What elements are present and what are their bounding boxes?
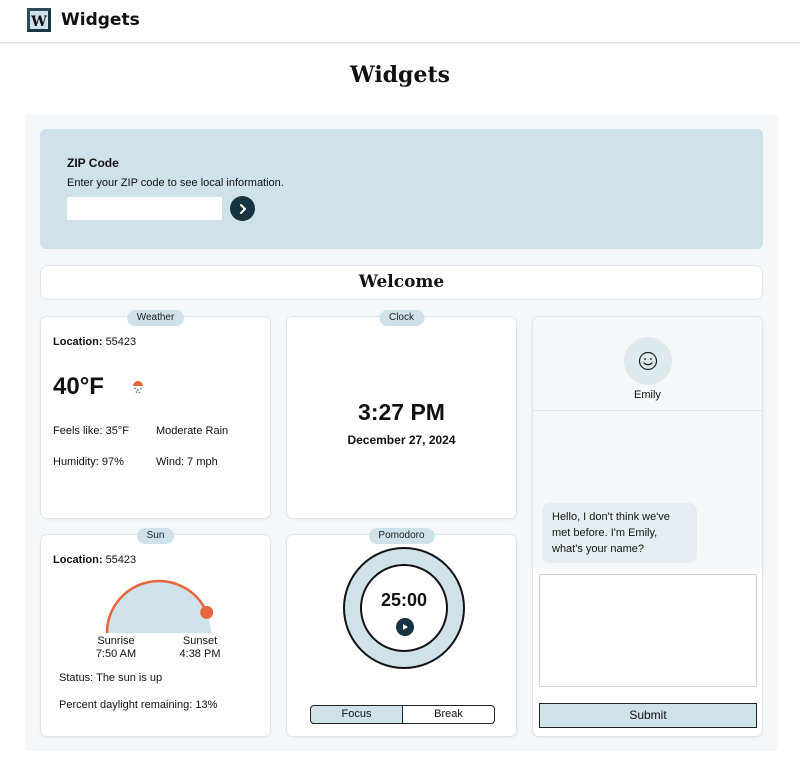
zip-title: ZIP Code xyxy=(67,156,119,170)
welcome-header: Welcome xyxy=(40,265,763,300)
chat-input[interactable] xyxy=(539,574,757,687)
sun-arc-chart xyxy=(105,579,214,634)
sunrise-label: Sunrise xyxy=(97,635,135,647)
chat-messages: Hello, I don't think we've met before. I… xyxy=(533,411,762,569)
chat-partner-name: Emily xyxy=(634,389,661,401)
pomodoro-timer-ring: 25:00 xyxy=(343,547,465,669)
weather-location: Location: 55423 xyxy=(53,336,136,348)
temperature: 40°F xyxy=(53,373,104,400)
weather-widget: Weather Location: 55423 40°F Feels like:… xyxy=(40,310,271,519)
clock-tag: Clock xyxy=(378,310,425,326)
sun-location: Location: 55423 xyxy=(53,554,136,566)
pomodoro-tag: Pomodoro xyxy=(368,528,435,544)
zip-code-input[interactable] xyxy=(67,197,222,220)
play-icon xyxy=(403,624,408,630)
focus-mode-tab[interactable]: Focus xyxy=(310,705,403,724)
clock-date: December 27, 2024 xyxy=(347,433,456,447)
widgets-logo-icon[interactable]: W xyxy=(27,8,51,32)
page-title: Widgets xyxy=(350,62,450,88)
chat-header: Emily xyxy=(533,317,762,411)
zip-description: Enter your ZIP code to see local informa… xyxy=(67,177,284,189)
svg-text:W: W xyxy=(30,14,47,30)
top-navbar: W Widgets xyxy=(0,0,800,43)
play-button[interactable] xyxy=(396,618,414,636)
chat-message-bubble: Hello, I don't think we've met before. I… xyxy=(542,503,697,563)
location-value: 55423 xyxy=(105,336,137,348)
sun-position-icon xyxy=(200,605,214,619)
zip-submit-button[interactable] xyxy=(230,196,255,221)
clock-time: 3:27 PM xyxy=(358,399,445,425)
weather-condition: Moderate Rain xyxy=(156,425,229,437)
brand-name[interactable]: Widgets xyxy=(61,10,140,30)
location-value: 55423 xyxy=(105,554,137,566)
sun-widget: Sun Location: 55423 Sunrise 7:50 AM Suns… xyxy=(40,528,271,737)
daylight-remaining: Percent daylight remaining: 13% xyxy=(59,699,218,711)
wind: Wind: 7 mph xyxy=(156,456,218,468)
weather-tag: Weather xyxy=(126,310,185,326)
pomodoro-timer-face: 25:00 xyxy=(360,564,448,652)
zip-code-section: ZIP Code Enter your ZIP code to see loca… xyxy=(40,129,763,249)
sunset-time: 4:38 PM xyxy=(179,648,221,660)
sun-tag: Sun xyxy=(136,528,175,544)
chevron-right-icon xyxy=(239,203,246,214)
daylight-area xyxy=(107,581,211,633)
sun-status: Status: The sun is up xyxy=(59,672,163,684)
pomodoro-widget: Pomodoro 25:00 Focus Break xyxy=(286,528,517,737)
humidity: Humidity: 97% xyxy=(53,456,124,468)
rain-cloud-icon xyxy=(133,381,143,394)
feels-like: Feels like: 35°F xyxy=(53,425,129,437)
clock-widget: Clock 3:27 PM December 27, 2024 xyxy=(286,310,517,519)
location-label: Location: xyxy=(53,336,103,348)
pomodoro-time: 25:00 xyxy=(380,590,428,610)
sunrise-time: 7:50 AM xyxy=(95,648,137,660)
smile-icon xyxy=(638,351,658,371)
chat-submit-button[interactable]: Submit xyxy=(539,703,757,728)
location-label: Location: xyxy=(53,554,103,566)
avatar xyxy=(624,337,672,385)
break-mode-tab[interactable]: Break xyxy=(402,705,495,724)
water-cooler-chat-widget: Emily Hello, I don't think we've met bef… xyxy=(532,316,763,737)
sunset-label: Sunset xyxy=(182,635,218,647)
